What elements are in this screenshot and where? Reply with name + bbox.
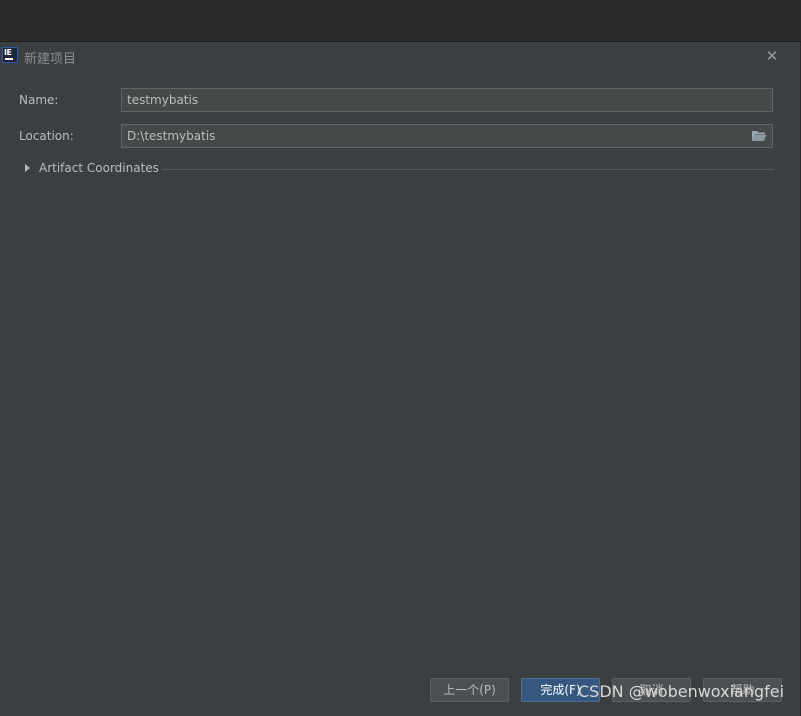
artifact-coordinates-label: Artifact Coordinates (39, 161, 159, 175)
artifact-coordinates-toggle[interactable]: Artifact Coordinates (22, 160, 774, 178)
watermark-text: CSDN @wobenwoxiangfei (578, 682, 785, 701)
location-label: Location: (19, 129, 74, 143)
dialog-title: 新建项目 (24, 52, 77, 67)
previous-button[interactable]: 上一个(P) (430, 678, 509, 702)
folder-open-icon[interactable] (751, 128, 767, 144)
new-project-dialog: IE 新建项目 ✕ Name: Location: Artifact Coord… (0, 42, 801, 716)
name-input[interactable] (121, 88, 773, 112)
close-icon[interactable]: ✕ (764, 48, 780, 64)
expand-triangle-icon[interactable] (25, 164, 30, 172)
location-input[interactable] (121, 124, 773, 148)
name-label: Name: (19, 93, 59, 107)
dialog-titlebar[interactable]: IE 新建项目 ✕ (0, 42, 801, 70)
intellij-idea-icon: IE (2, 47, 18, 63)
artifact-separator (162, 169, 774, 170)
background-window-strip (0, 0, 801, 42)
